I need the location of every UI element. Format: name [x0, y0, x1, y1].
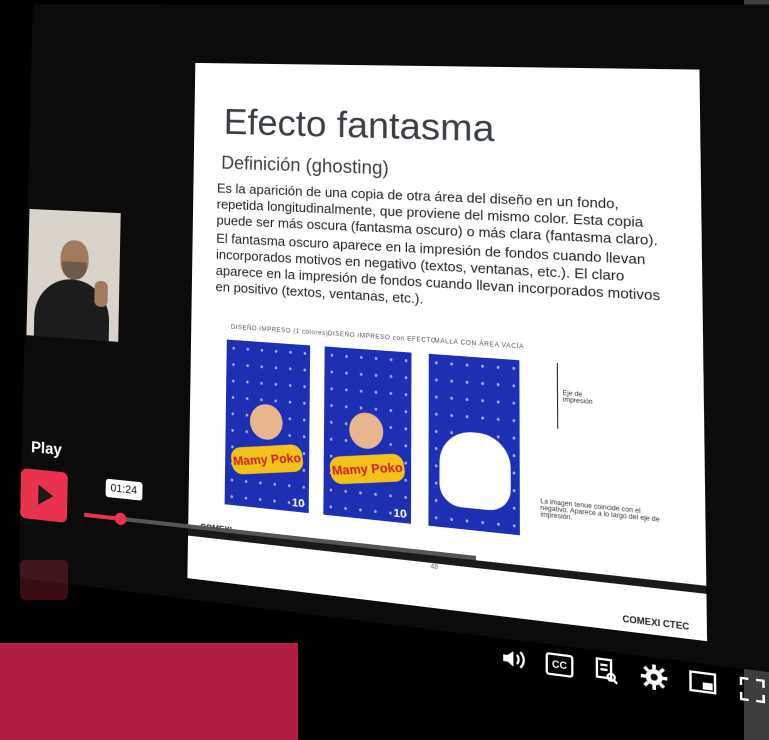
- time-tooltip: 01:24: [105, 478, 143, 501]
- play-icon: [38, 484, 54, 507]
- diaper-package-image: Mamy Poko 10: [224, 339, 311, 514]
- product-logo: Mamy Poko: [328, 453, 407, 485]
- play-button[interactable]: [20, 467, 68, 523]
- print-axis-arrow: [556, 362, 559, 429]
- image-caption: DISEÑO IMPRESO (1 colores): [230, 324, 329, 338]
- webcam-feed: [26, 208, 121, 342]
- mesh-empty-area-image: [428, 353, 520, 536]
- presenter-hand: [94, 280, 108, 308]
- axis-label: Eje de impresión: [562, 390, 593, 407]
- slide-title: Efecto fantasma: [223, 100, 495, 150]
- presenter-beard: [61, 261, 87, 281]
- progress-handle[interactable]: [114, 512, 127, 526]
- size-label: 10: [393, 506, 407, 522]
- reflected-play-button: [20, 560, 68, 600]
- play-label: Play: [30, 439, 62, 460]
- image-caption: MALLA CON ÁREA VACÍA: [434, 338, 525, 351]
- player-reflection: [0, 560, 769, 740]
- product-logo: Mamy Poko: [229, 444, 305, 475]
- image-caption: DISEÑO IMPRESO con EFECTO: [327, 331, 437, 345]
- slide-subtitle: Definición (ghosting): [221, 152, 389, 179]
- diaper-package-ghost-image: Mamy Poko 10: [323, 346, 412, 524]
- slide-note: La imagen tenue coincide con el negativo…: [540, 498, 660, 524]
- slide-body: Es la aparición de una copia de otra áre…: [215, 180, 671, 325]
- size-label: 10: [291, 496, 305, 511]
